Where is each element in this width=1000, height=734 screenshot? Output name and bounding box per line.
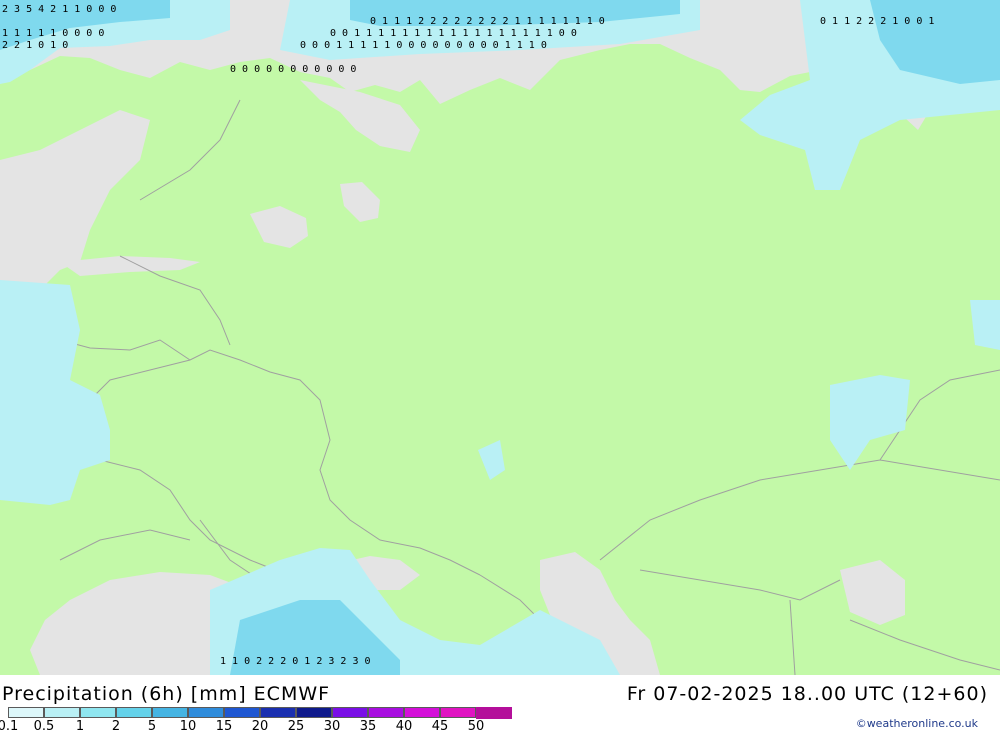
legend-swatch (116, 707, 152, 718)
legend-swatch (188, 707, 224, 718)
credit-link[interactable]: ©weatheronline.co.uk (856, 717, 978, 730)
legend-label: 25 (287, 719, 305, 734)
legend-label: 35 (359, 719, 377, 734)
map-footer: Precipitation (6h) [mm] ECMWF Fr 07-02-2… (0, 675, 1000, 734)
value-row: 2 2 1 0 1 0 (2, 40, 68, 51)
legend-label: 0.5 (33, 719, 55, 734)
forecast-datetime: Fr 07-02-2025 18..00 UTC (12+60) (626, 683, 988, 705)
legend-swatch (440, 707, 476, 718)
legend-swatch (260, 707, 296, 718)
value-row: 1 1 1 1 1 0 0 0 0 (2, 28, 104, 39)
legend-label: 40 (395, 719, 413, 734)
legend-swatch (332, 707, 368, 718)
precipitation-map: 2 3 5 4 2 1 1 0 0 0 1 1 1 1 1 0 0 0 0 2 … (0, 0, 1000, 675)
legend-label: 20 (251, 719, 269, 734)
legend-label: 5 (147, 719, 157, 734)
map-canvas: 2 3 5 4 2 1 1 0 0 0 1 1 1 1 1 0 0 0 0 2 … (0, 0, 1000, 675)
legend-label: 0.1 (0, 719, 19, 734)
legend-label: 15 (215, 719, 233, 734)
value-row: 0 0 0 0 0 0 0 0 0 0 0 (230, 64, 356, 75)
value-row: 2 3 5 4 2 1 1 0 0 0 (2, 4, 116, 15)
legend-swatch (404, 707, 440, 718)
legend-label: 10 (179, 719, 197, 734)
legend-swatch (476, 707, 512, 719)
map-title: Precipitation (6h) [mm] ECMWF (2, 683, 331, 705)
legend-swatch (224, 707, 260, 718)
value-row: 0 0 1 1 1 1 1 1 1 1 1 1 1 1 1 1 1 1 1 0 … (330, 28, 577, 39)
legend-swatch (296, 707, 332, 718)
value-row: 0 1 1 2 2 2 1 0 0 1 (820, 16, 934, 27)
legend-label: 30 (323, 719, 341, 734)
value-row: 1 1 0 2 2 2 0 1 2 3 2 3 0 (220, 656, 371, 667)
legend-label: 45 (431, 719, 449, 734)
legend-label: 1 (75, 719, 85, 734)
legend-swatch (368, 707, 404, 718)
legend-labels: 0.1 0.5 1 2 5 10 15 20 25 30 35 40 45 50 (0, 719, 520, 734)
legend-swatch (8, 707, 44, 718)
value-row: 0 0 0 1 1 1 1 1 0 0 0 0 0 0 0 0 0 1 1 1 … (300, 40, 547, 51)
legend-swatch (44, 707, 80, 718)
legend-label: 50 (467, 719, 485, 734)
legend-swatch (152, 707, 188, 718)
legend-label: 2 (111, 719, 121, 734)
value-row: 0 1 1 1 2 2 2 2 2 2 2 2 1 1 1 1 1 1 1 0 (370, 16, 605, 27)
legend-swatch (80, 707, 116, 718)
